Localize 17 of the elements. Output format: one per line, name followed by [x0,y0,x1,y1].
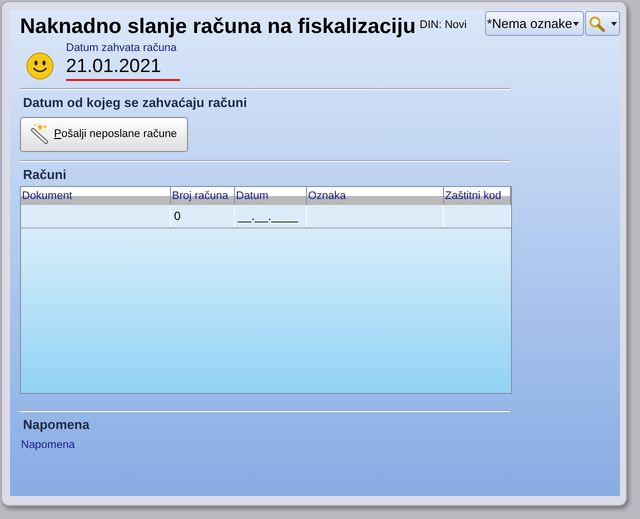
send-button[interactable]: Pošalji neposlane račune [20,116,188,152]
section-title: Računi [23,166,68,184]
mode-label: DIN: Novi [420,18,467,33]
window-title: Naknadno slanje računa na fiskalizaciju [20,14,416,40]
date-field[interactable]: 21.01.2021 [66,55,180,81]
smiley-icon [26,52,54,80]
caret-icon [573,22,580,26]
caret-icon [610,22,617,26]
section-title: Napomena [23,416,90,434]
tag-dropdown[interactable]: *Nema oznake [484,11,584,36]
search-dropdown[interactable] [585,11,620,36]
table-cell: 0 [174,209,181,223]
note-label: Napomena [21,438,76,452]
search-icon [588,16,605,32]
section-title: Datum od kojeg se zahvaćaju računi [23,94,248,112]
field-label: Datum zahvata računa [66,42,178,55]
table-cell: __.__.____ [238,209,298,223]
